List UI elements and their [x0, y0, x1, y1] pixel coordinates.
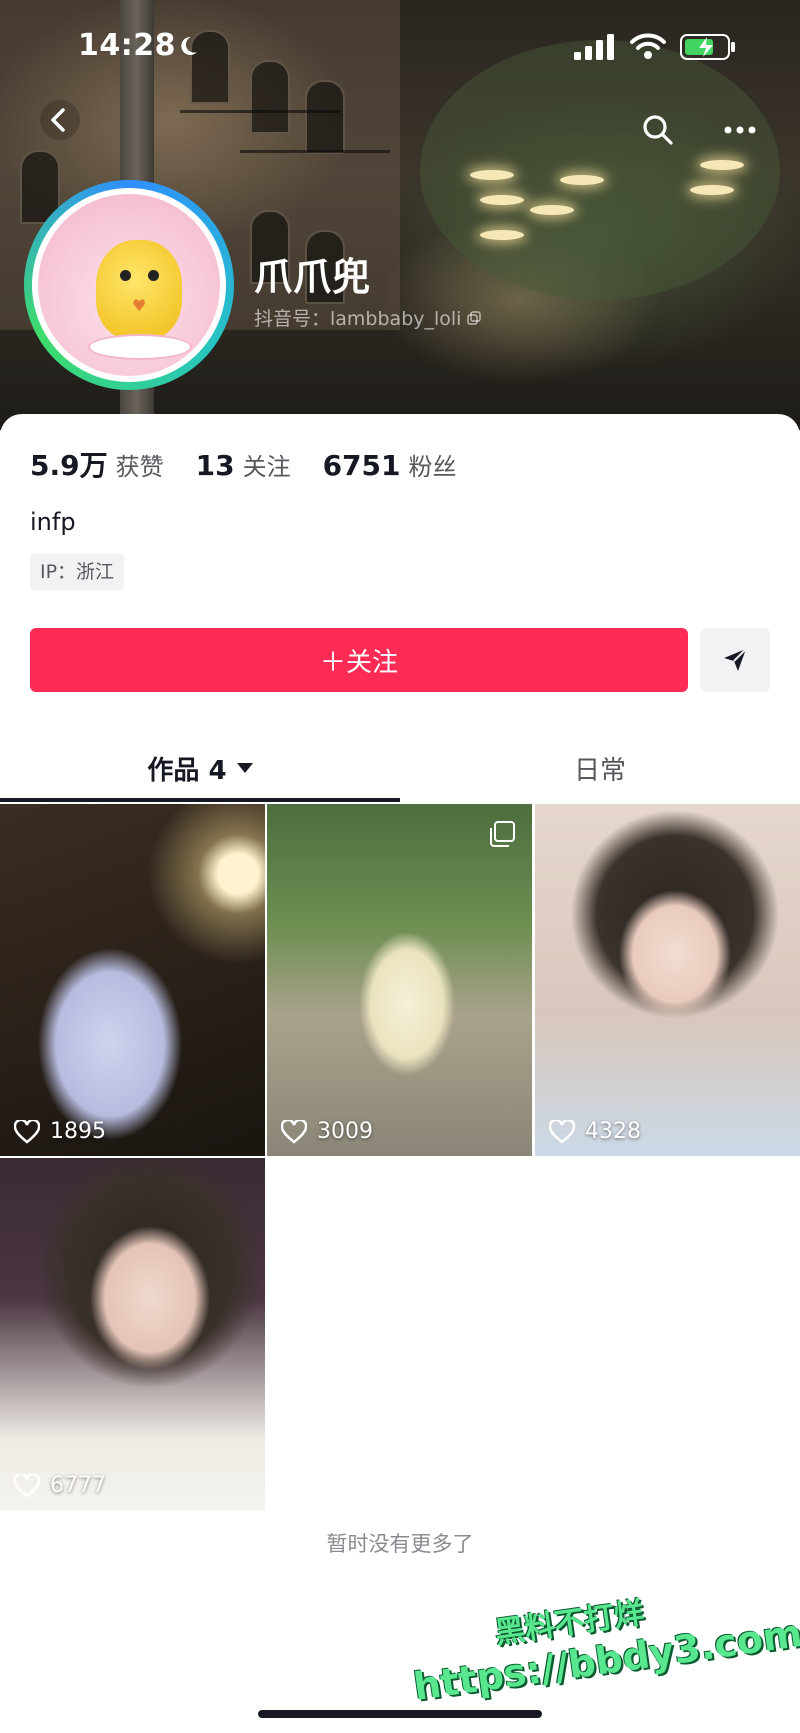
profile-nickname: 爪爪兜 — [254, 255, 372, 299]
tab-works-label: 作品 4 — [147, 755, 227, 786]
building-window — [305, 80, 345, 154]
hanging-lamp — [700, 160, 744, 170]
copy-icon[interactable] — [467, 310, 482, 325]
heart-icon — [281, 1119, 307, 1144]
multi-image-icon — [490, 821, 515, 847]
hanging-lamp — [690, 185, 734, 195]
profile-header: 14:28 ♥ 爪爪兜 抖音号：lambbaby_loli — [0, 0, 800, 430]
avatar[interactable]: ♥ — [24, 180, 234, 390]
signal-icon — [574, 34, 614, 60]
back-icon[interactable] — [40, 100, 80, 140]
wifi-icon — [630, 33, 666, 59]
stat-label: 粉丝 — [408, 453, 457, 481]
heart-icon — [549, 1119, 575, 1144]
tab-daily[interactable]: 日常 — [400, 732, 800, 804]
like-count: 3009 — [281, 1119, 373, 1144]
send-message-button[interactable] — [700, 628, 770, 692]
battery-charging-icon — [680, 34, 735, 60]
douyin-id: 抖音号：lambbaby_loli — [254, 308, 462, 330]
status-time: 14:28 — [78, 28, 176, 63]
ip-location-tag: IP：浙江 — [30, 554, 125, 590]
video-tile[interactable]: 3009 — [267, 804, 532, 1156]
video-tile[interactable]: 4328 — [535, 804, 800, 1156]
stat-value: 5.9万 — [30, 449, 108, 482]
profile-card: 5.9万 获赞 13 关注 6751 粉丝 infp IP：浙江 ＋关注 作品 … — [0, 414, 800, 1733]
douyin-id-row[interactable]: 抖音号：lambbaby_loli — [254, 304, 482, 331]
send-icon — [724, 648, 747, 671]
heart-icon — [14, 1473, 40, 1498]
stat-label: 获赞 — [115, 453, 164, 481]
more-icon[interactable] — [720, 112, 760, 148]
home-indicator[interactable] — [258, 1710, 542, 1718]
search-icon[interactable] — [640, 112, 676, 148]
like-count: 4328 — [549, 1119, 641, 1144]
avatar-frame: ♥ — [32, 188, 226, 382]
hanging-lamp — [480, 195, 524, 205]
like-count: 1895 — [14, 1119, 106, 1144]
video-tile[interactable]: 6777 — [0, 1158, 265, 1510]
active-tab-indicator — [0, 798, 400, 802]
stat-value: 13 — [195, 449, 235, 482]
profile-stats: 5.9万 获赞 13 关注 6751 粉丝 — [30, 444, 489, 484]
status-bar: 14:28 — [0, 24, 800, 74]
hanging-lamp — [560, 175, 604, 185]
follow-button[interactable]: ＋关注 — [30, 628, 688, 692]
avatar-eye — [148, 270, 159, 281]
stat-following[interactable]: 13 关注 — [196, 447, 291, 482]
avatar-eye — [120, 270, 131, 281]
like-count-value: 3009 — [317, 1119, 373, 1144]
like-count-value: 4328 — [585, 1119, 641, 1144]
like-count-value: 1895 — [50, 1119, 106, 1144]
content-tabs: 作品 4 日常 — [0, 732, 800, 804]
caret-down-icon — [236, 763, 253, 773]
like-count-value: 6777 — [50, 1473, 106, 1498]
balcony-rail — [180, 110, 340, 113]
hanging-lamp — [480, 230, 524, 240]
stat-label: 关注 — [242, 453, 291, 481]
avatar-character: ♥ — [96, 240, 182, 340]
hanging-lamp — [470, 170, 514, 180]
avatar-bowl — [88, 334, 192, 360]
stat-value: 6751 — [322, 449, 401, 482]
stat-followers[interactable]: 6751 粉丝 — [323, 447, 457, 482]
hanging-lamp — [530, 205, 574, 215]
no-more-content-text: 暂时没有更多了 — [326, 1532, 474, 1556]
tab-works[interactable]: 作品 4 — [0, 732, 400, 804]
heart-icon — [14, 1119, 40, 1144]
balcony-rail — [240, 150, 390, 153]
video-tile[interactable]: 1895 — [0, 804, 265, 1156]
moon-icon — [181, 36, 197, 55]
tree-canopy — [420, 40, 780, 300]
avatar-image: ♥ — [38, 194, 220, 376]
stat-likes[interactable]: 5.9万 获赞 — [30, 444, 164, 484]
tab-daily-label: 日常 — [573, 755, 626, 786]
like-count: 6777 — [14, 1473, 106, 1498]
heart-shape-icon: ♥ — [132, 296, 147, 315]
profile-bio: infp — [30, 508, 76, 536]
